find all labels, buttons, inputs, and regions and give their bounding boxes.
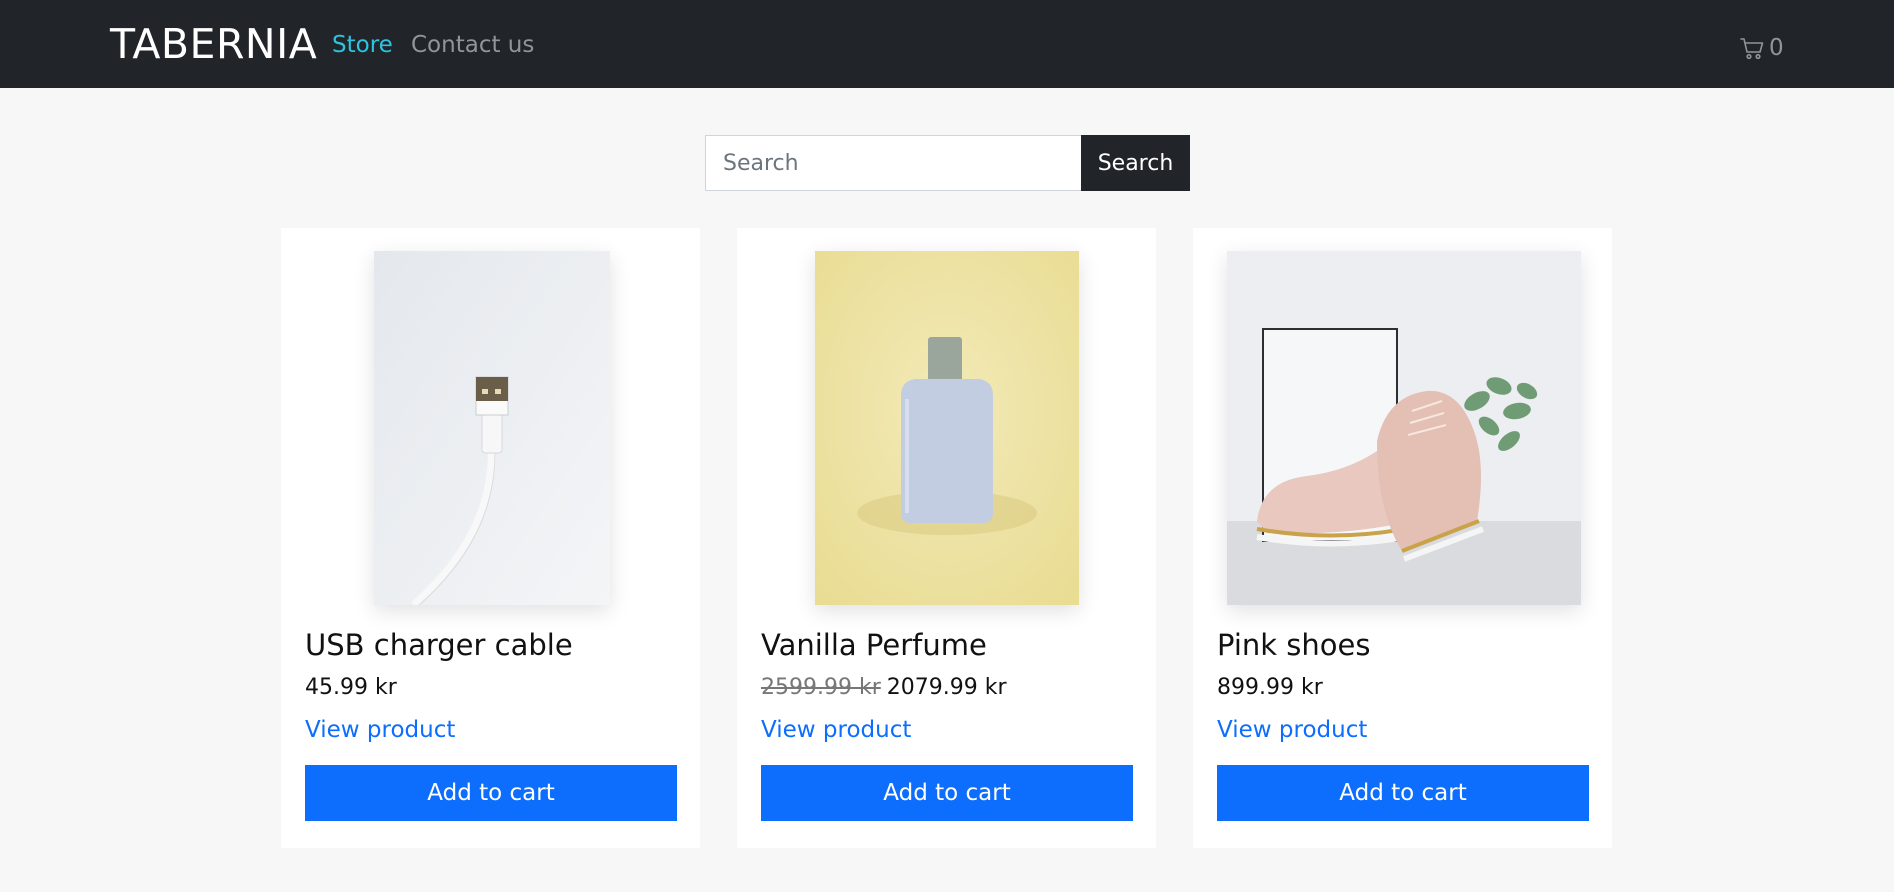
add-to-cart-button[interactable]: Add to cart [1217,765,1589,821]
product-title: USB charger cable [305,628,573,662]
original-price: 2599.99 kr [761,675,881,700]
view-product-link[interactable]: View product [305,717,455,743]
usb-cable-image[interactable] [374,251,610,605]
search-bar: Search [705,135,1190,191]
product-title: Vanilla Perfume [761,628,987,662]
price-value: 45.99 kr [305,675,397,700]
cart-button[interactable]: 0 [1739,33,1789,63]
product-card-vanilla-perfume: Vanilla Perfume 2599.99 kr 2079.99 kr Vie… [737,228,1156,848]
perfume-bottle-image[interactable] [815,251,1079,605]
brand-logo[interactable]: TABERNIA [110,20,317,68]
product-card-usb-cable: USB charger cable 45.99 kr View product … [281,228,700,848]
navbar: TABERNIA Store Contact us 0 [0,0,1894,88]
view-product-link[interactable]: View product [761,717,911,743]
search-input[interactable] [705,135,1081,191]
price-value: 2079.99 kr [886,675,1007,700]
view-product-link[interactable]: View product [1217,717,1367,743]
cart-count: 0 [1769,35,1784,61]
nav-link-contact[interactable]: Contact us [411,32,534,58]
search-button[interactable]: Search [1081,135,1190,191]
pink-shoes-image[interactable] [1227,251,1581,605]
price-value: 899.99 kr [1217,675,1323,700]
product-card-pink-shoes: Pink shoes 899.99 kr View product Add to… [1193,228,1612,848]
product-title: Pink shoes [1217,628,1371,662]
add-to-cart-button[interactable]: Add to cart [761,765,1133,821]
nav-link-store[interactable]: Store [332,32,393,58]
add-to-cart-button[interactable]: Add to cart [305,765,677,821]
cart-icon [1740,38,1764,60]
product-price: 899.99 kr [1217,675,1323,700]
product-price: 2599.99 kr 2079.99 kr [761,675,1007,700]
product-price: 45.99 kr [305,675,397,700]
